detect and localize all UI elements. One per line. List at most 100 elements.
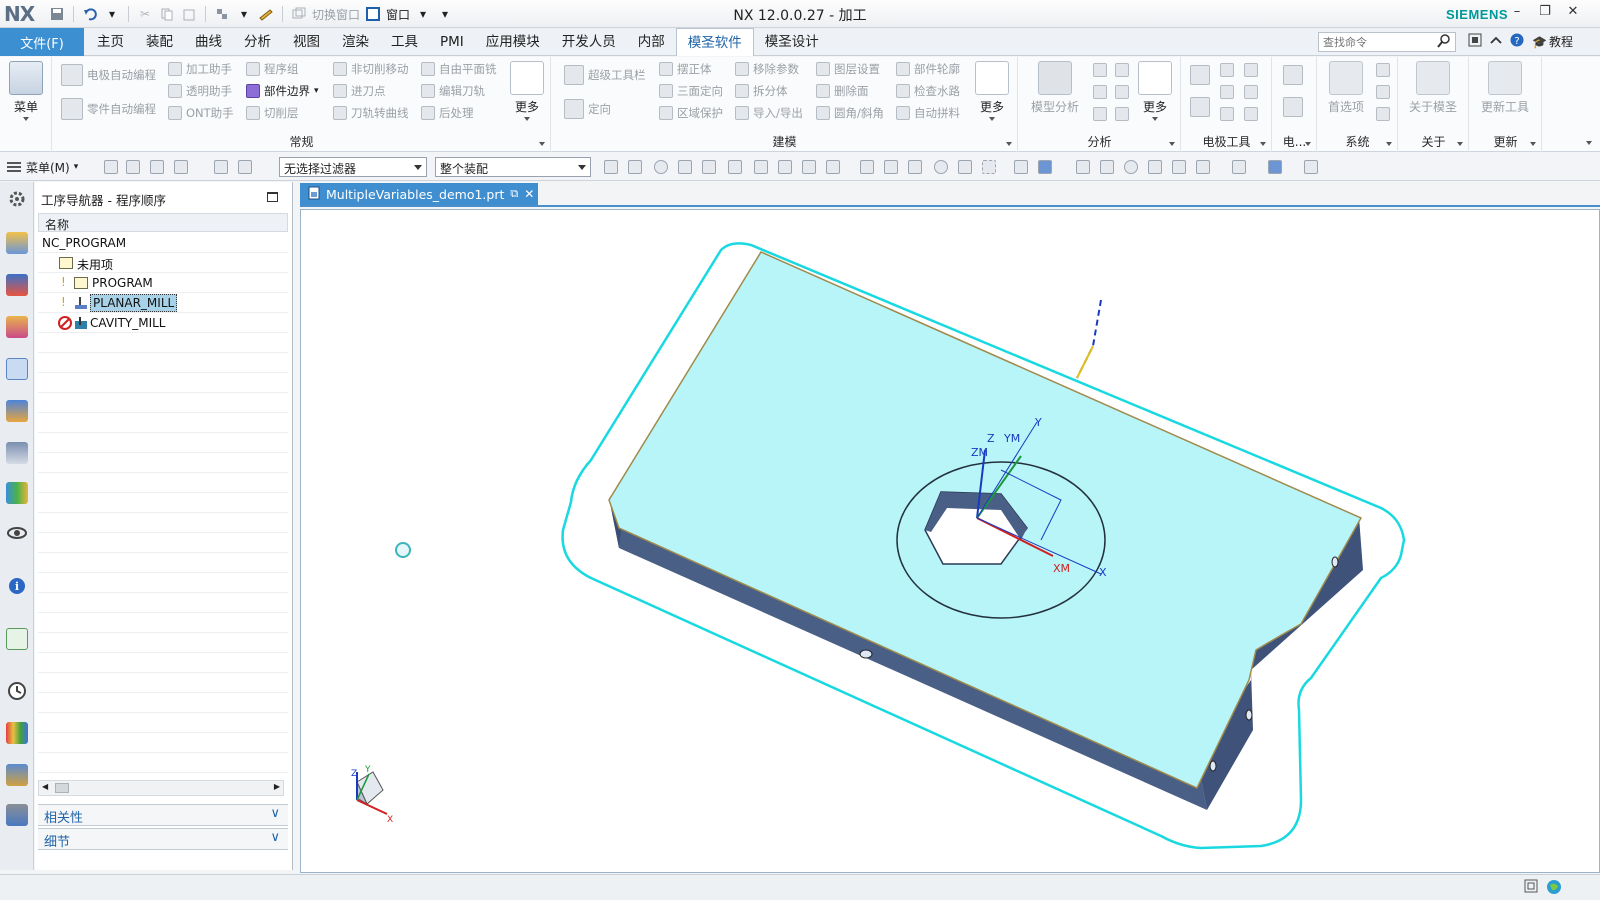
model-analysis-button[interactable]: 模型分析 (1025, 61, 1085, 115)
info-icon[interactable] (1376, 107, 1390, 121)
tab-render[interactable]: 渲染 (331, 28, 380, 56)
view-triad[interactable]: Z Y X (351, 765, 393, 825)
cut-level-button[interactable]: 切削层 (246, 104, 299, 122)
circle-snap-icon[interactable] (934, 160, 948, 174)
info-icon[interactable]: i (6, 574, 28, 596)
assembly-navigator-icon[interactable] (6, 232, 28, 254)
tab-application[interactable]: 应用模块 (475, 28, 551, 56)
switch-window-icon[interactable] (290, 5, 308, 23)
tab-curve[interactable]: 曲线 (184, 28, 233, 56)
tab-mosheng-software[interactable]: 模圣软件 (675, 28, 754, 56)
select-edges-icon[interactable] (214, 160, 228, 174)
orient-button[interactable]: 定向 (564, 99, 611, 119)
scroll-right-icon[interactable]: ▶ (274, 782, 280, 791)
web-browser-icon[interactable] (6, 628, 28, 650)
tutorial-link[interactable]: 🎓 教程 (1532, 33, 1573, 50)
group-dropdown-icon[interactable] (1260, 142, 1266, 146)
remove-params-button[interactable]: 移除参数 (735, 60, 799, 78)
update-tools-button[interactable]: 更新工具 (1474, 61, 1536, 115)
shaded-view-icon[interactable] (1014, 160, 1028, 174)
region-protect-button[interactable]: 区域保护 (659, 104, 723, 122)
distance-icon[interactable] (1115, 107, 1129, 121)
fullscreen-icon[interactable] (1524, 879, 1538, 898)
perspective-icon[interactable] (1172, 160, 1186, 174)
fullscreen-icon[interactable] (1468, 33, 1482, 50)
part-boundary-button[interactable]: 部件边界 ▾ (246, 82, 319, 100)
endpoint-icon[interactable] (678, 160, 692, 174)
align-body-button[interactable]: 摆正体 (659, 60, 712, 78)
check-waterway-button[interactable]: 检查水路 (896, 82, 960, 100)
snap-icon[interactable] (604, 160, 618, 174)
lock-icon[interactable] (1376, 85, 1390, 99)
part-navigator-icon[interactable] (6, 316, 28, 338)
display-mode-icon[interactable] (1268, 160, 1282, 174)
group-dropdown-icon[interactable] (1169, 142, 1175, 146)
super-toolbar-button[interactable]: 超级工具栏 (564, 65, 646, 85)
tab-view[interactable]: 视图 (282, 28, 331, 56)
electrode-list-icon[interactable] (1244, 107, 1258, 121)
tab-file[interactable]: 文件(F) (0, 28, 84, 56)
select-icon[interactable] (104, 160, 118, 174)
tab-internal[interactable]: 内部 (627, 28, 676, 56)
solid-view-icon[interactable] (1038, 160, 1052, 174)
cut-icon[interactable]: ✂ (136, 5, 154, 23)
assembly-scope-select[interactable]: 整个装配 (435, 157, 591, 177)
selection-filter-select[interactable]: 无选择过滤器 (279, 157, 427, 177)
layer-settings-button[interactable]: 图层设置 (816, 60, 880, 78)
delete-face-button[interactable]: 删除面 (816, 82, 869, 100)
main-menu-button[interactable]: 菜单(M) ▾ (6, 157, 78, 177)
tree-row-planar-mill[interactable]: ! PLANAR_MILL (38, 293, 288, 313)
edit-icon[interactable] (257, 5, 275, 23)
program-group-button[interactable]: 程序组 (246, 60, 299, 78)
modeling-more-button[interactable]: 更多 (968, 61, 1016, 121)
collapse-ribbon-icon[interactable] (1490, 34, 1502, 49)
help-icon[interactable]: ? (1510, 33, 1524, 50)
undock-icon[interactable]: ⧉ (510, 187, 518, 201)
palette-icon[interactable] (6, 722, 28, 744)
electrode-tool-icon[interactable] (1283, 65, 1303, 85)
group-dropdown-icon[interactable] (1530, 142, 1536, 146)
import-export-button[interactable]: 导入/导出 (735, 104, 803, 122)
part-outline-button[interactable]: 部件轮廓 (896, 60, 960, 78)
globe-icon[interactable] (1546, 879, 1562, 898)
about-mosheng-button[interactable]: 关于模圣 (1403, 61, 1463, 115)
switch-window-label[interactable]: 切换窗口 (312, 6, 360, 23)
tools-icon[interactable] (213, 5, 231, 23)
edit-toolpath-button[interactable]: 编辑刀轨 (421, 82, 485, 100)
scroll-left-icon[interactable]: ◀ (42, 782, 48, 791)
dependencies-panel[interactable]: 相关性 ∨ (38, 804, 288, 826)
tab-pmi[interactable]: PMI (429, 28, 475, 56)
robot-icon[interactable] (6, 804, 28, 826)
menu-big-button[interactable]: 菜单 (2, 61, 50, 121)
machining-assistant-button[interactable]: 加工助手 (168, 60, 232, 78)
select-faces-icon[interactable] (174, 160, 188, 174)
orient-view-icon[interactable] (1196, 160, 1210, 174)
command-search-input[interactable] (1318, 32, 1456, 52)
electrode-block-icon[interactable] (1190, 97, 1210, 117)
window-menu-label[interactable]: 窗口 (386, 6, 410, 23)
group-dropdown-icon[interactable] (1457, 142, 1463, 146)
system-copy-icon[interactable] (1376, 63, 1390, 77)
link-icon[interactable] (1115, 63, 1129, 77)
existing-point-icon[interactable] (860, 160, 874, 174)
split-body-button[interactable]: 拆分体 (735, 82, 788, 100)
paste-icon[interactable] (180, 5, 198, 23)
cube-icon[interactable] (1093, 107, 1107, 121)
auto-stock-button[interactable]: 自动拼料 (896, 104, 960, 122)
maximize-icon[interactable] (267, 192, 278, 202)
tab-mosheng-design[interactable]: 模圣设计 (754, 28, 830, 56)
close-tab-icon[interactable]: ✕ (524, 187, 534, 201)
three-face-orient-button[interactable]: 三面定向 (659, 82, 723, 100)
machine-tool-navigator-icon[interactable] (6, 400, 28, 422)
tab-assembly[interactable]: 装配 (135, 28, 184, 56)
hide-show-icon[interactable] (1304, 160, 1318, 174)
model-view[interactable]: Z ZM YM Y XM X Z Y X (301, 210, 1599, 872)
copy-icon[interactable] (158, 5, 176, 23)
history-clock-icon[interactable] (6, 680, 28, 702)
ribbon-options-icon[interactable] (1586, 141, 1592, 145)
close-icon[interactable]: ✕ (1562, 4, 1584, 24)
column-header-name[interactable]: 名称 (38, 213, 288, 232)
select-features-icon[interactable] (126, 160, 140, 174)
quadrant-icon[interactable] (802, 160, 816, 174)
zoom-icon[interactable] (1100, 160, 1114, 174)
